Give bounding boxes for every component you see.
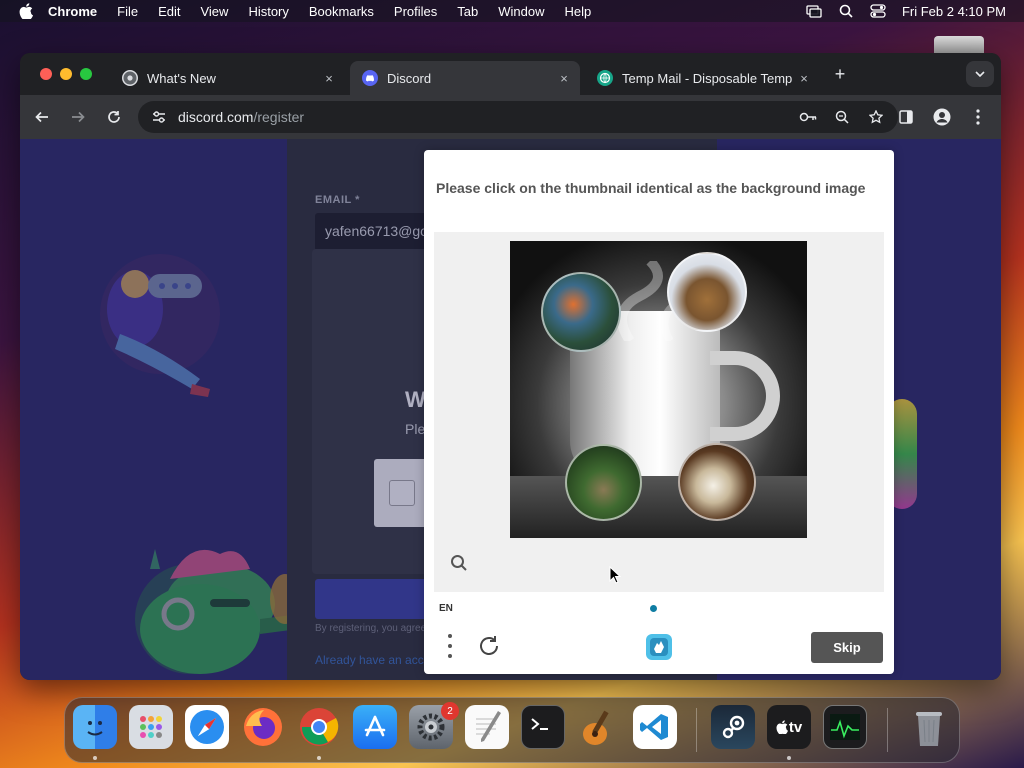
- side-panel-icon[interactable]: [896, 107, 916, 127]
- temp-mail-favicon-icon: [597, 70, 613, 86]
- dock-steam-icon[interactable]: [711, 705, 755, 749]
- menu-app-name[interactable]: Chrome: [48, 4, 97, 19]
- dock: 2 tv: [64, 697, 960, 763]
- thumbnail-boots[interactable]: [667, 252, 747, 332]
- hcaptcha-logo-icon: [646, 634, 672, 660]
- minimize-window-button[interactable]: [60, 68, 72, 80]
- language-selector[interactable]: EN: [439, 603, 453, 614]
- zoom-search-icon[interactable]: [450, 554, 468, 572]
- menu-profiles[interactable]: Profiles: [394, 4, 437, 19]
- tab-close-icon[interactable]: ×: [321, 70, 337, 86]
- dock-running-indicator: [317, 756, 321, 760]
- menu-view[interactable]: View: [200, 4, 228, 19]
- hcaptcha-challenge: Please click on the thumbnail identical …: [424, 150, 894, 674]
- menu-edit[interactable]: Edit: [158, 4, 180, 19]
- dock-vscode-icon[interactable]: [633, 705, 677, 749]
- screen-mirroring-icon[interactable]: [806, 4, 822, 18]
- spotlight-search-icon[interactable]: [838, 4, 854, 18]
- dock-running-indicator: [787, 756, 791, 760]
- dock-apple-tv-icon[interactable]: tv: [767, 705, 811, 749]
- tab-whats-new[interactable]: What's New ×: [110, 61, 345, 95]
- dock-separator: [887, 708, 888, 752]
- window-controls: [40, 68, 92, 80]
- zoom-icon[interactable]: [832, 107, 852, 127]
- menu-dots-icon[interactable]: [442, 634, 458, 658]
- dock-safari-icon[interactable]: [185, 705, 229, 749]
- menu-file[interactable]: File: [117, 4, 138, 19]
- table-shape: [510, 476, 807, 538]
- menu-help[interactable]: Help: [565, 4, 592, 19]
- site-info-icon[interactable]: [150, 108, 168, 126]
- challenge-task-area: [434, 232, 884, 592]
- password-key-icon[interactable]: [798, 107, 818, 127]
- url-host: discord.com: [178, 109, 254, 125]
- chrome-menu-icon[interactable]: [968, 107, 988, 127]
- dock-separator: [696, 708, 697, 752]
- notification-badge: 2: [441, 702, 459, 720]
- discord-favicon-icon: [362, 70, 378, 86]
- menu-history[interactable]: History: [248, 4, 288, 19]
- address-bar[interactable]: discord.com/register: [138, 101, 898, 133]
- progress-dot: [650, 605, 657, 612]
- reload-button[interactable]: [104, 107, 124, 127]
- back-button[interactable]: [32, 107, 52, 127]
- bookmark-star-icon[interactable]: [866, 107, 886, 127]
- dock-trash-icon[interactable]: [907, 705, 951, 749]
- thumbnail-circuit-board[interactable]: [541, 272, 621, 352]
- dock-firefox-icon[interactable]: [241, 705, 285, 749]
- profile-avatar-icon[interactable]: [932, 107, 952, 127]
- apple-tv-label: tv: [788, 718, 803, 736]
- new-tab-button[interactable]: +: [831, 64, 849, 84]
- tab-temp-mail[interactable]: Temp Mail - Disposable Temp ×: [585, 61, 820, 95]
- tab-title: What's New: [147, 70, 216, 86]
- tab-close-icon[interactable]: ×: [556, 70, 572, 86]
- dock-finder-icon[interactable]: [73, 705, 117, 749]
- thumbnail-forest-path[interactable]: [565, 444, 642, 521]
- menu-bar: Chrome File Edit View History Bookmarks …: [0, 0, 1024, 22]
- skip-button[interactable]: Skip: [811, 632, 883, 663]
- menu-bookmarks[interactable]: Bookmarks: [309, 4, 374, 19]
- dock-terminal-icon[interactable]: [521, 705, 565, 749]
- menu-window[interactable]: Window: [498, 4, 544, 19]
- url-text: discord.com/register: [178, 109, 304, 125]
- forward-button[interactable]: [68, 107, 88, 127]
- dock-running-indicator: [93, 756, 97, 760]
- thumbnail-coffee-mug[interactable]: [678, 443, 756, 521]
- menubar-clock[interactable]: Fri Feb 2 4:10 PM: [902, 4, 1006, 19]
- zoom-window-button[interactable]: [80, 68, 92, 80]
- dock-launchpad-icon[interactable]: [129, 705, 173, 749]
- tab-title: Temp Mail - Disposable Temp: [622, 70, 793, 86]
- tab-title: Discord: [387, 70, 432, 86]
- background-image: [510, 241, 807, 538]
- url-path: /register: [253, 109, 305, 125]
- tab-discord[interactable]: Discord ×: [350, 61, 580, 95]
- menu-tab[interactable]: Tab: [457, 4, 478, 19]
- tab-search-button[interactable]: [966, 61, 994, 87]
- mouse-cursor-icon: [609, 566, 621, 584]
- browser-toolbar: discord.com/register: [20, 95, 1001, 139]
- refresh-icon[interactable]: [477, 634, 501, 658]
- tab-strip: What's New × Discord × Temp Mail - Dispo…: [20, 53, 1001, 95]
- challenge-prompt: Please click on the thumbnail identical …: [436, 180, 866, 196]
- tab-close-icon[interactable]: ×: [796, 70, 812, 86]
- desktop-drive-icon: [934, 36, 984, 54]
- dock-chrome-icon[interactable]: [297, 705, 341, 749]
- dock-app-store-icon[interactable]: [353, 705, 397, 749]
- chrome-favicon-icon: [122, 70, 138, 86]
- close-window-button[interactable]: [40, 68, 52, 80]
- mug-handle-shape: [710, 351, 780, 441]
- dock-activity-monitor-icon[interactable]: [823, 705, 867, 749]
- dock-garageband-icon[interactable]: [577, 705, 621, 749]
- control-center-icon[interactable]: [870, 4, 886, 18]
- apple-icon[interactable]: [18, 3, 34, 19]
- dock-textedit-icon[interactable]: [465, 705, 509, 749]
